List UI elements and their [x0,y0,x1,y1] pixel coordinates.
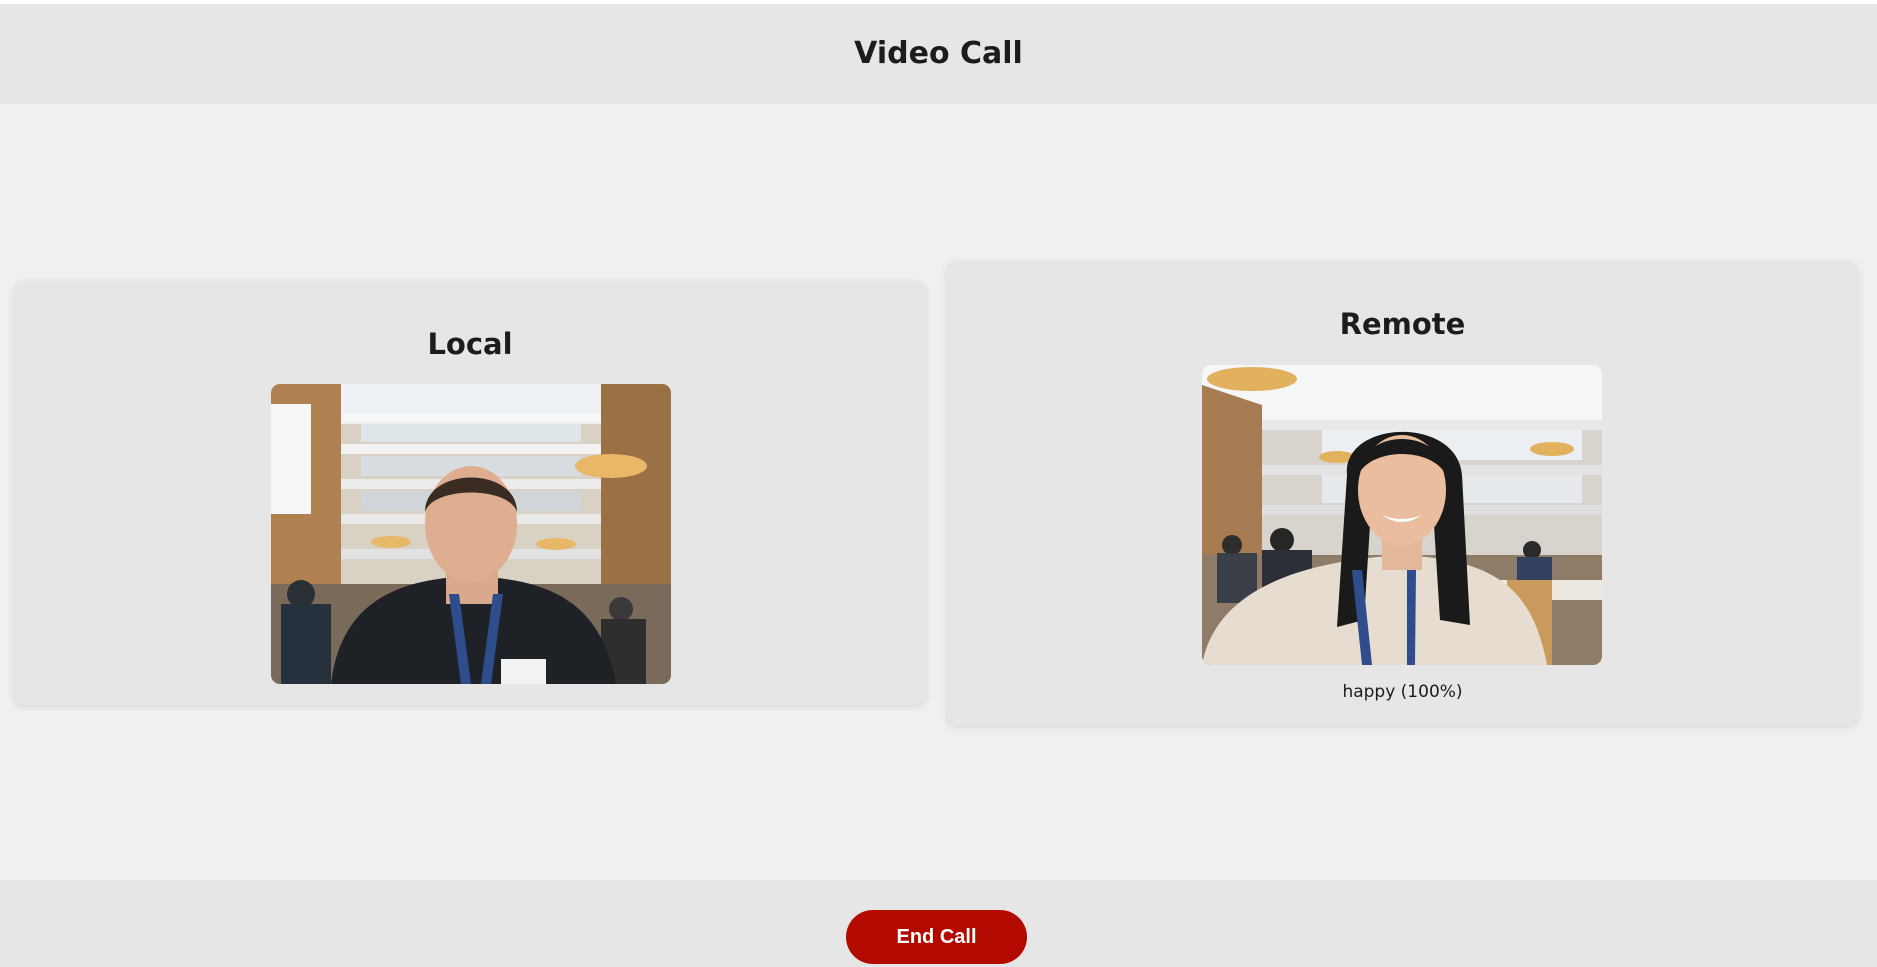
end-call-button[interactable]: End Call [846,910,1027,964]
remote-video-title: Remote [1339,307,1466,341]
local-video-feed [271,384,671,684]
remote-video-feed [1202,365,1602,665]
remote-video-panel: Remote happy (100%) [947,261,1858,725]
remote-emotion-label: happy (100%) [1342,682,1463,702]
page-title: Video Call [854,35,1023,71]
app-header: Video Call [0,4,1877,104]
local-video-panel: Local [14,281,926,705]
local-video-title: Local [427,327,513,361]
